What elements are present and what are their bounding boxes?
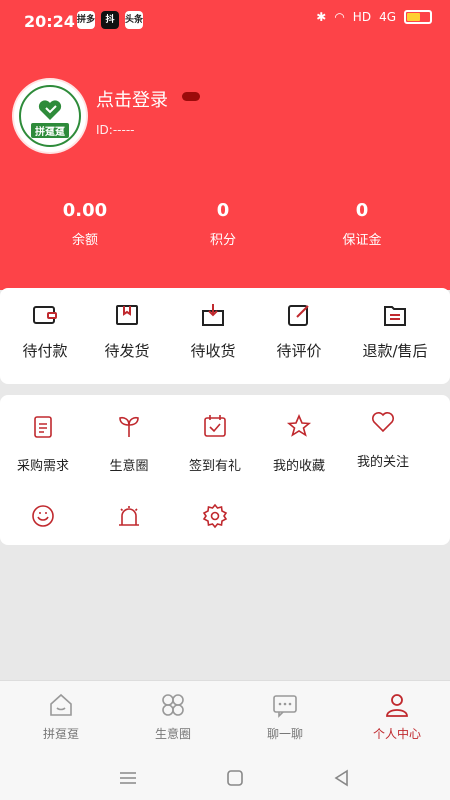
deposit-stat[interactable]: 0 保证金	[287, 200, 437, 248]
order-label: 待评价	[276, 342, 322, 360]
stat-value: 0	[355, 200, 369, 221]
system-nav-bar	[0, 756, 450, 800]
logo-heart-icon	[38, 99, 62, 120]
order-pending-review[interactable]: 待评价	[254, 302, 344, 361]
tool-checkin-reward[interactable]: 签到有礼	[172, 413, 258, 474]
calendar-check-icon	[204, 415, 226, 437]
toutiao-app-icon: 头条	[125, 11, 143, 29]
tool-purchase-demand[interactable]: 采购需求	[0, 413, 86, 474]
circle-icon	[162, 694, 184, 716]
edit-icon	[288, 305, 309, 326]
order-label: 待付款	[22, 342, 68, 360]
bottom-tab-bar: 拼趸趸 生意圈 聊一聊 个人中心	[0, 680, 450, 756]
order-refund[interactable]: 退款/售后	[350, 302, 440, 361]
chat-icon	[273, 695, 297, 718]
order-label: 待收货	[190, 342, 236, 360]
notification-icons: 拼多 抖 头条	[77, 11, 143, 29]
menu-icon[interactable]	[116, 766, 140, 790]
clipboard-icon	[34, 416, 52, 438]
hd-badge: HD	[352, 10, 372, 24]
order-pending-payment[interactable]: 待付款	[0, 302, 90, 361]
balance-stat[interactable]: 0.00 余额	[10, 200, 160, 248]
tool-label: 生意圈	[109, 459, 149, 474]
package-icon	[116, 305, 138, 325]
tab-chat[interactable]: 聊一聊	[230, 691, 340, 742]
logo-text: 拼趸趸	[31, 122, 69, 138]
sprout-icon	[119, 416, 139, 437]
receive-box-icon	[202, 304, 224, 326]
stat-value: 0	[216, 200, 230, 221]
stat-label: 积分	[209, 233, 236, 248]
order-pending-shipment[interactable]: 待发货	[82, 302, 172, 361]
tool-label: 采购需求	[16, 459, 69, 474]
profile-header: 20:24 拼多 抖 头条 ✱ ◠ HD 4G 拼趸趸 点击登录 ID:----…	[0, 0, 450, 290]
back-triangle-icon[interactable]	[330, 766, 354, 790]
orders-card: 待付款 待发货 待收货 待评价 退款/售后	[0, 288, 450, 384]
tool-label: 我的关注	[356, 455, 409, 470]
tab-label: 个人中心	[372, 727, 421, 741]
tool-alarm[interactable]	[86, 503, 172, 533]
tab-label: 生意圈	[154, 727, 191, 741]
stat-value: 0.00	[62, 200, 108, 221]
points-stat[interactable]: 0 积分	[148, 200, 298, 248]
user-id: ID:-----	[96, 123, 135, 137]
star-icon	[286, 413, 312, 437]
stat-label: 保证金	[342, 233, 382, 248]
wifi-icon: ◠	[334, 10, 345, 24]
order-label: 退款/售后	[362, 342, 428, 360]
heart-icon	[372, 412, 394, 433]
battery-icon	[404, 10, 432, 24]
status-indicators: ✱ ◠ HD 4G	[316, 10, 432, 24]
customer-service-icon	[32, 505, 54, 527]
wallet-icon	[33, 306, 57, 324]
status-bar: 20:24 拼多 抖 头条 ✱ ◠ HD 4G	[0, 0, 450, 44]
alarm-icon	[119, 506, 139, 526]
tab-label: 拼趸趸	[42, 727, 79, 741]
tab-label: 聊一聊	[266, 727, 303, 741]
tab-business-circle[interactable]: 生意圈	[118, 691, 228, 742]
stat-label: 余额	[71, 233, 98, 248]
home-icon	[50, 693, 72, 716]
bluetooth-icon: ✱	[316, 10, 327, 24]
pinduoduo-app-icon: 拼多	[77, 11, 95, 29]
home-square-icon[interactable]	[223, 766, 247, 790]
tab-home[interactable]: 拼趸趸	[6, 691, 116, 742]
status-time: 20:24	[24, 12, 75, 31]
tool-settings[interactable]	[172, 503, 258, 533]
brand-logo: 拼趸趸	[19, 85, 81, 147]
tool-my-favorites[interactable]: 我的收藏	[256, 413, 342, 474]
tool-customer-service[interactable]	[0, 503, 86, 533]
tool-business-circle[interactable]: 生意圈	[86, 413, 172, 474]
settings-icon	[202, 503, 228, 529]
order-pending-receipt[interactable]: 待收货	[168, 302, 258, 361]
signal-icon: 4G	[379, 10, 396, 24]
tab-profile[interactable]: 个人中心	[342, 691, 450, 742]
tool-label: 签到有礼	[188, 459, 241, 474]
person-icon	[386, 694, 408, 717]
tool-my-follows[interactable]: 我的关注	[340, 409, 426, 470]
level-badge	[182, 92, 200, 101]
refund-icon	[384, 306, 406, 326]
tiktok-app-icon: 抖	[101, 11, 119, 29]
order-label: 待发货	[104, 342, 150, 360]
login-link[interactable]: 点击登录	[96, 86, 168, 112]
tool-label: 我的收藏	[272, 459, 325, 474]
tools-card: 采购需求 生意圈 签到有礼 我的收藏 我的关注	[0, 395, 450, 545]
avatar[interactable]: 拼趸趸	[14, 80, 86, 152]
